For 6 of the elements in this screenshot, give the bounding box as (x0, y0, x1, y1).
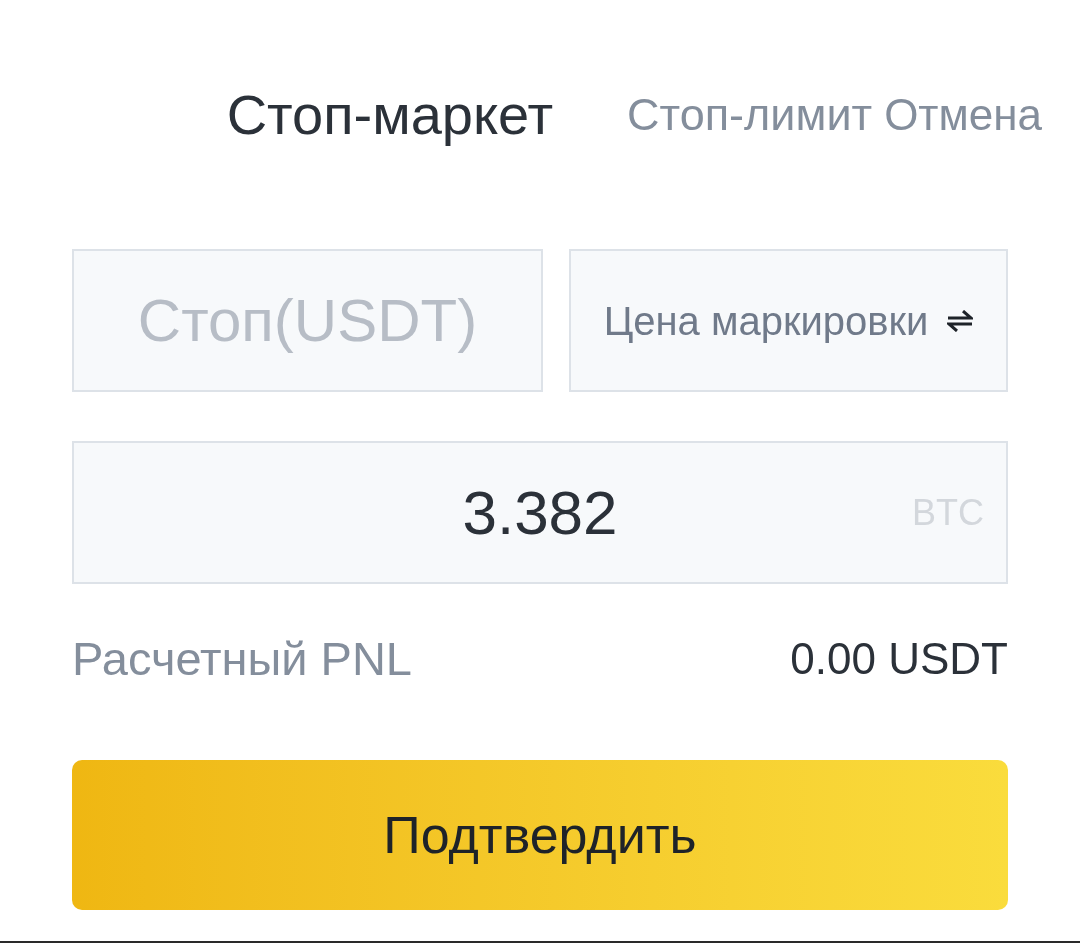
stop-price-field[interactable]: Стоп(USDT) (72, 249, 543, 392)
pnl-label: Расчетный PNL (72, 630, 412, 687)
confirm-button[interactable]: Подтвердить (72, 760, 1008, 910)
trigger-price-select[interactable]: Цена маркировки (569, 249, 1008, 392)
order-type-tab[interactable]: Стоп-маркет (226, 73, 554, 157)
pnl-value: 0.00 USDT (790, 633, 1008, 685)
